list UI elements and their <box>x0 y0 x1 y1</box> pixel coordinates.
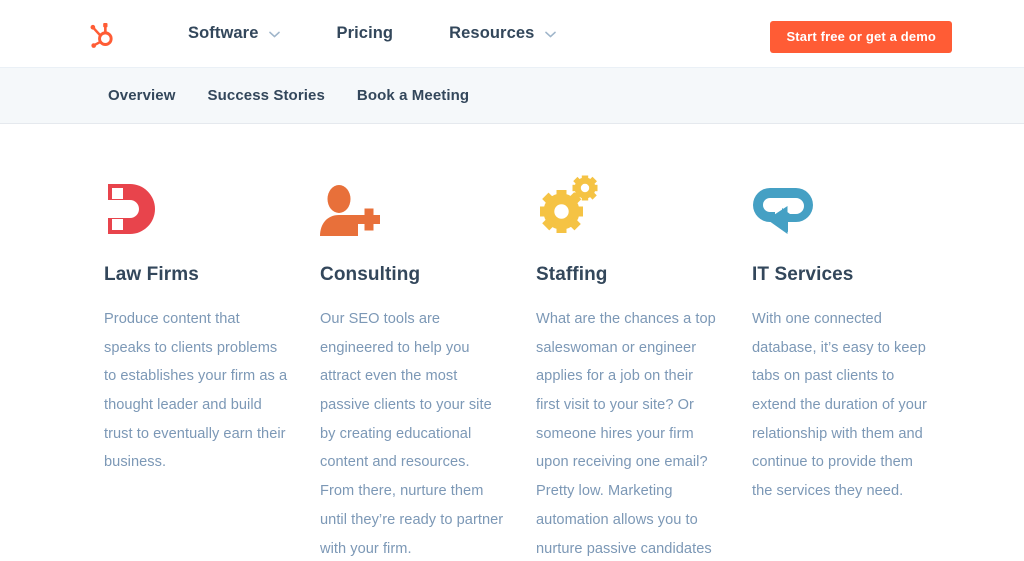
industry-columns: Law Firms Produce content that speaks to… <box>0 124 1024 561</box>
column-law-firms: Law Firms Produce content that speaks to… <box>104 168 320 561</box>
nav-item-pricing-label: Pricing <box>336 24 394 42</box>
subnav-item-success-stories[interactable]: Success Stories <box>192 87 341 104</box>
column-body-it-services: With one connected database, it’s easy t… <box>752 310 927 500</box>
start-free-or-demo-button[interactable]: Start free or get a demo <box>770 21 952 53</box>
column-title-it-services: IT Services <box>752 264 854 285</box>
chevron-down-icon <box>269 24 281 43</box>
nav-item-resources-label: Resources <box>449 24 535 42</box>
magnet-icon <box>104 168 288 238</box>
nav-item-software[interactable]: Software <box>160 24 308 43</box>
secondary-navigation: Overview Success Stories Book a Meeting <box>0 68 1024 124</box>
gears-icon <box>536 168 720 238</box>
chevron-down-icon <box>545 24 557 43</box>
nav-item-software-label: Software <box>188 24 259 42</box>
column-body-staffing: What are the chances a top saleswoman or… <box>536 310 716 557</box>
column-body-law-firms: Produce content that speaks to clients p… <box>104 310 288 471</box>
cycle-loop-icon <box>752 168 936 238</box>
nav-item-pricing[interactable]: Pricing <box>308 24 421 43</box>
column-title-law-firms: Law Firms <box>104 264 199 285</box>
column-title-consulting: Consulting <box>320 264 421 285</box>
subnav-item-overview[interactable]: Overview <box>92 87 192 104</box>
main-header: Software Pricing Resources Start free or… <box>0 0 1024 68</box>
add-user-icon <box>320 168 504 238</box>
page-root: Software Pricing Resources Start free or… <box>0 0 1024 561</box>
column-consulting: Consulting Our SEO tools are engineered … <box>320 168 536 561</box>
column-body-consulting: Our SEO tools are engineered to help you… <box>320 310 504 557</box>
column-it-services: IT Services With one connected database,… <box>752 168 968 561</box>
primary-navigation: Software Pricing Resources <box>160 24 584 43</box>
hubspot-sprocket-logo[interactable] <box>88 19 118 49</box>
subnav-item-book-a-meeting[interactable]: Book a Meeting <box>341 87 485 104</box>
nav-item-resources[interactable]: Resources <box>421 24 584 43</box>
column-title-staffing: Staffing <box>536 264 608 285</box>
column-staffing: Staffing What are the chances a top sale… <box>536 168 752 561</box>
